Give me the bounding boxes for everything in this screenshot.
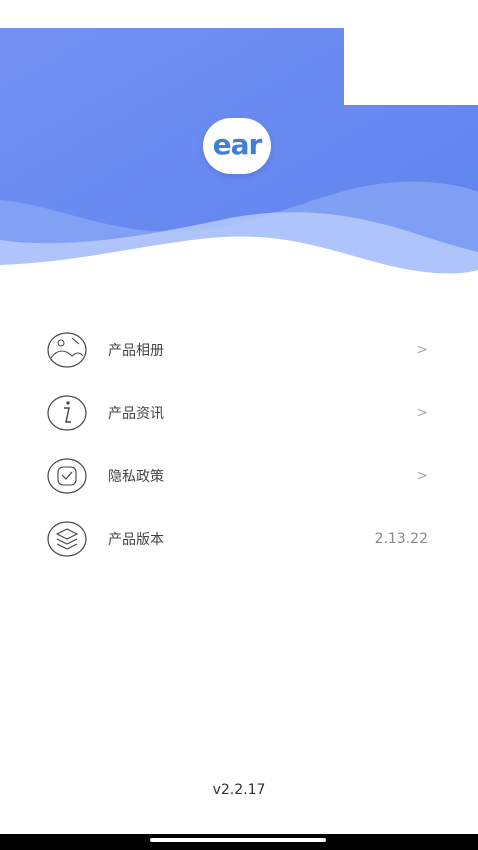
menu-label-privacy-policy: 隐私政策 [108, 468, 164, 485]
app-logo: ear [203, 118, 271, 174]
app-version-text: v2.2.17 [212, 782, 266, 798]
layers-icon [46, 519, 88, 559]
menu-item-product-news[interactable]: 产品资讯 > [0, 381, 478, 444]
menu-item-product-version[interactable]: 产品版本 2.13.22 [0, 507, 478, 570]
menu-label-product-news: 产品资讯 [108, 405, 164, 422]
chevron-right-icon: > [416, 404, 428, 421]
menu-item-product-album[interactable]: 产品相册 > [0, 318, 478, 381]
menu-label-product-version: 产品版本 [108, 531, 164, 548]
product-version-value: 2.13.22 [374, 530, 428, 547]
chevron-right-icon: > [416, 467, 428, 484]
shield-check-icon [46, 456, 88, 496]
chevron-right-icon: > [416, 341, 428, 358]
home-indicator[interactable] [150, 838, 326, 842]
about-screen: ear 产品相册 > 产品资讯 > 隐私政策 > 产品版本 2.13.22 v2… [0, 0, 478, 850]
menu-label-product-album: 产品相册 [108, 342, 164, 359]
logo-text: ear [212, 128, 263, 161]
photo-album-icon [46, 330, 88, 370]
home-bar [0, 834, 478, 850]
menu-list: 产品相册 > 产品资讯 > 隐私政策 > 产品版本 2.13.22 [0, 318, 478, 570]
menu-item-privacy-policy[interactable]: 隐私政策 > [0, 444, 478, 507]
info-icon [46, 393, 88, 433]
